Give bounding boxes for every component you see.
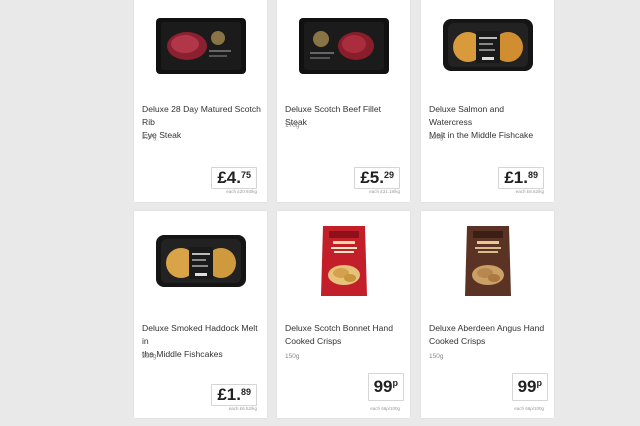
unit-price: each £6.52/kg: [515, 189, 544, 194]
product-card[interactable]: Deluxe Smoked Haddock Melt in the Middle…: [134, 211, 267, 418]
product-weight: 150g: [429, 353, 444, 360]
product-name[interactable]: Deluxe Smoked Haddock Melt in the Middle…: [142, 322, 261, 361]
product-weight: 150g: [285, 353, 300, 360]
product-name[interactable]: Deluxe Scotch Bonnet Hand Cooked Crisps: [285, 322, 404, 348]
unit-price: each £20.93/kg: [226, 189, 257, 194]
product-card[interactable]: Deluxe Scotch Beef Fillet Steak 170g £5.…: [277, 0, 410, 202]
product-name[interactable]: Deluxe Salmon and Watercress Melt in the…: [429, 103, 548, 142]
price-tag: £4. 75: [211, 167, 257, 189]
price-tag: 99 p: [511, 373, 548, 401]
product-weight: 170g: [285, 122, 300, 129]
product-card[interactable]: Deluxe Salmon and Watercress Melt in the…: [421, 0, 554, 202]
product-image[interactable]: [277, 0, 410, 90]
product-weight: 290g: [429, 134, 444, 141]
product-image[interactable]: [277, 211, 410, 311]
unit-price: each 66p/100g: [514, 406, 544, 411]
product-card[interactable]: Deluxe Scotch Bonnet Hand Cooked Crisps …: [277, 211, 410, 418]
product-image[interactable]: [421, 0, 554, 90]
unit-price: each 66p/100g: [370, 406, 400, 411]
price-tag: £1. 89: [211, 384, 257, 406]
product-card[interactable]: Deluxe Aberdeen Angus Hand Cooked Crisps…: [421, 211, 554, 418]
price-tag: £1. 89: [498, 167, 544, 189]
unit-price: each £6.52/kg: [228, 406, 257, 411]
product-weight: 290g: [142, 353, 157, 360]
product-image[interactable]: [421, 211, 554, 311]
product-image[interactable]: [134, 0, 267, 90]
price-tag: 99 p: [367, 373, 404, 401]
product-image[interactable]: [134, 211, 267, 311]
product-name[interactable]: Deluxe Aberdeen Angus Hand Cooked Crisps: [429, 322, 548, 348]
product-weight: 227g: [142, 134, 157, 141]
price-tag: £5. 29: [354, 167, 400, 189]
product-name[interactable]: Deluxe Scotch Beef Fillet Steak: [285, 103, 404, 129]
product-card[interactable]: Deluxe 28 Day Matured Scotch Rib Eye Ste…: [134, 0, 267, 202]
unit-price: each £31.18/kg: [369, 189, 400, 194]
product-name[interactable]: Deluxe 28 Day Matured Scotch Rib Eye Ste…: [142, 103, 261, 142]
